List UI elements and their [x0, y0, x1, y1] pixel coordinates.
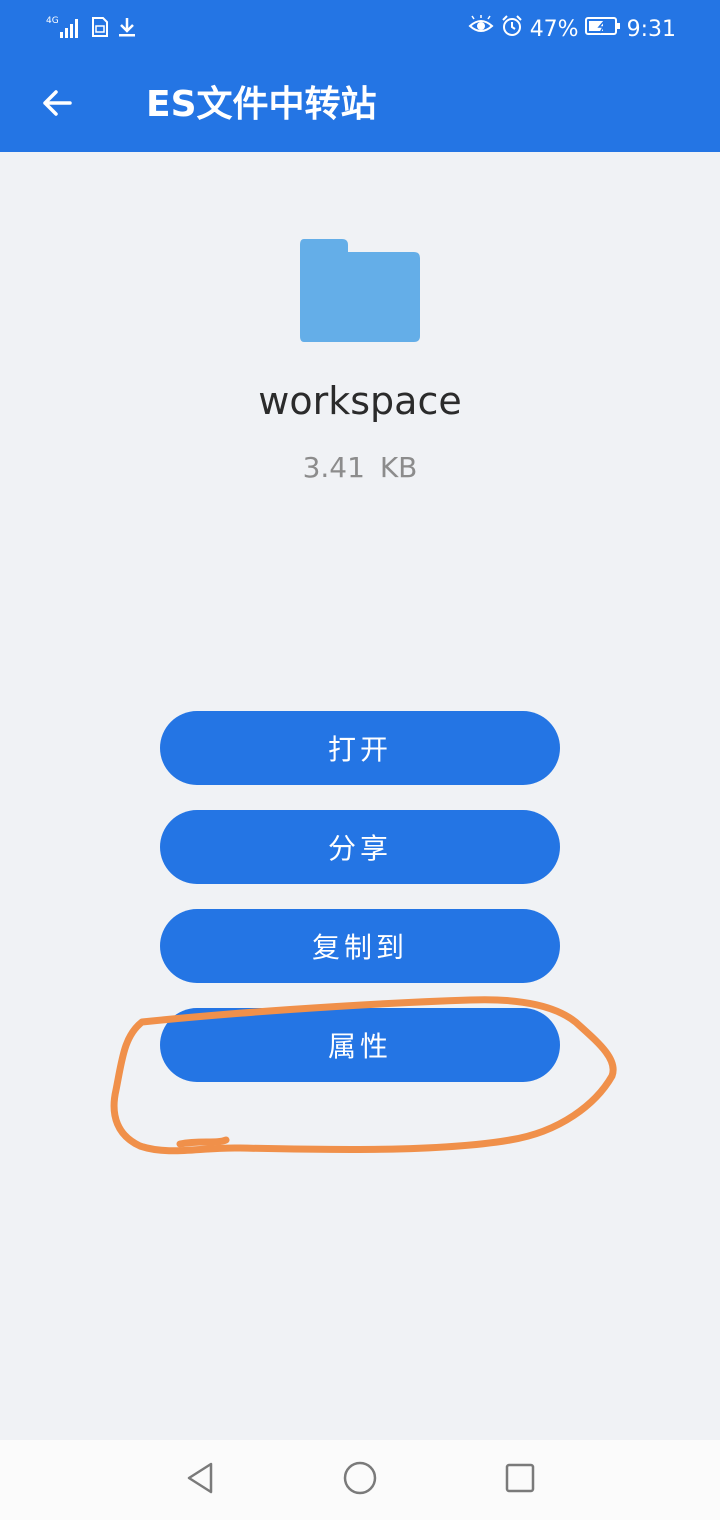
status-left: 4G — [46, 14, 138, 44]
file-name: workspace — [258, 379, 462, 423]
nav-recent-button[interactable] — [496, 1456, 544, 1504]
status-bar: 4G 47% 9:31 — [0, 0, 720, 58]
page-title: ES文件中转站 — [146, 84, 377, 125]
back-button[interactable] — [30, 78, 84, 132]
square-recent-icon — [504, 1462, 536, 1498]
battery-percent: 47% — [529, 16, 579, 42]
clock-time: 9:31 — [626, 16, 676, 42]
properties-button-label: 属性 — [327, 1030, 392, 1063]
nav-back-button[interactable] — [176, 1456, 224, 1504]
open-button[interactable]: 打开 — [160, 711, 560, 785]
network-type-label: 4G — [46, 16, 59, 26]
download-icon — [116, 15, 138, 43]
sim-card-icon — [88, 15, 110, 43]
header: 4G 47% 9:31 ES文件中转站 — [0, 0, 720, 152]
signal-icon: 4G — [46, 14, 82, 44]
circle-home-icon — [342, 1460, 378, 1500]
battery-icon — [584, 16, 621, 42]
folder-icon — [298, 238, 422, 346]
arrow-left-icon — [40, 86, 74, 124]
copy-to-button-label: 复制到 — [311, 931, 408, 964]
eye-icon — [468, 15, 494, 43]
open-button-label: 打开 — [327, 733, 392, 766]
properties-button[interactable]: 属性 — [160, 1008, 560, 1082]
file-size: 3.41 KB — [302, 451, 418, 484]
app-bar: ES文件中转站 — [0, 58, 720, 152]
navigation-bar — [0, 1440, 720, 1520]
share-button[interactable]: 分享 — [160, 810, 560, 884]
status-right: 47% 9:31 — [468, 14, 676, 44]
alarm-icon — [500, 14, 524, 44]
share-button-label: 分享 — [327, 832, 392, 865]
triangle-back-icon — [183, 1460, 217, 1500]
nav-home-button[interactable] — [336, 1456, 384, 1504]
copy-to-button[interactable]: 复制到 — [160, 909, 560, 983]
